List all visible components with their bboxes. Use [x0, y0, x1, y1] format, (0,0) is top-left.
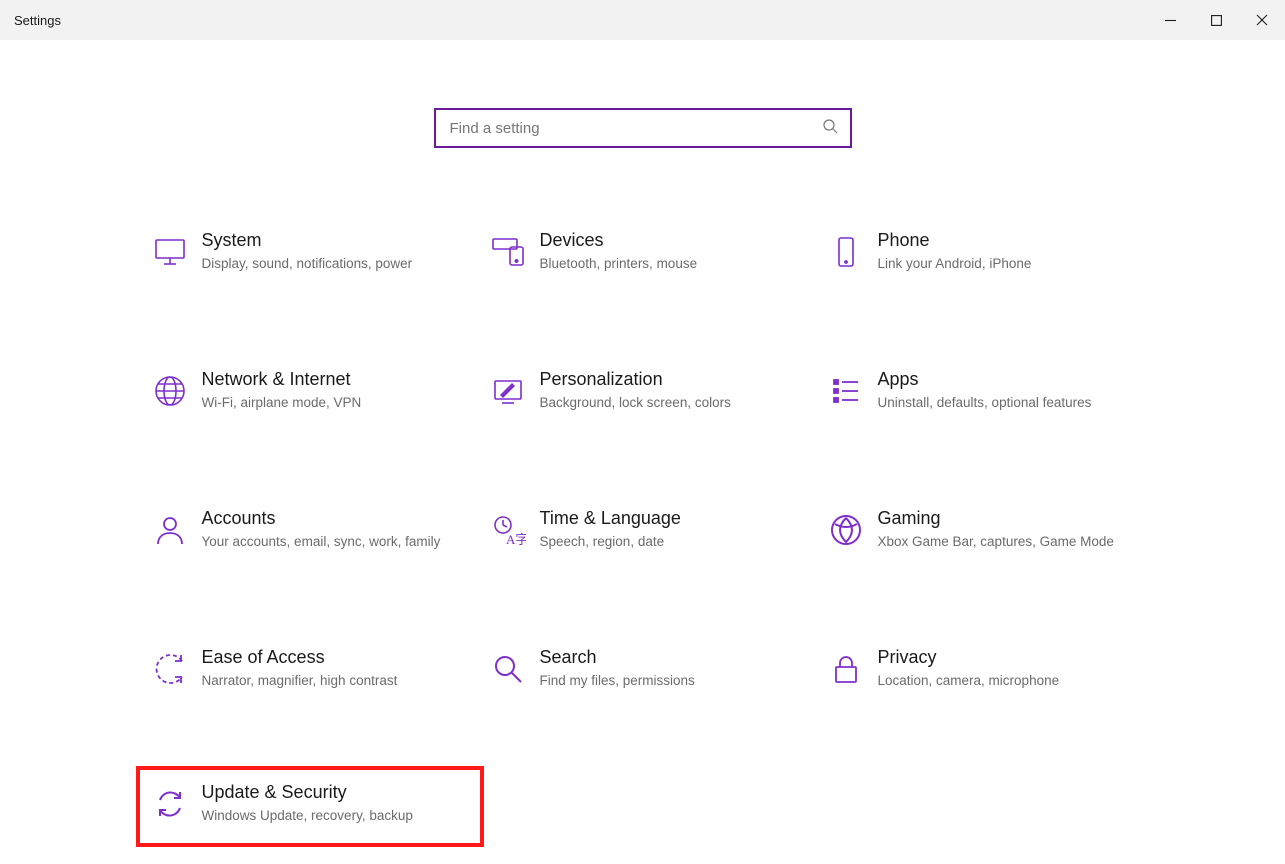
system-icon — [152, 234, 188, 275]
settings-grid: System Display, sound, notifications, po… — [138, 226, 1148, 827]
ease-of-access-icon — [152, 651, 188, 692]
tile-desc: Link your Android, iPhone — [878, 255, 1128, 273]
apps-icon — [828, 373, 864, 414]
tile-desc: Speech, region, date — [540, 533, 790, 551]
tile-title: Gaming — [878, 508, 1128, 529]
search-box[interactable] — [434, 108, 852, 148]
personalization-icon — [490, 373, 526, 414]
tile-title: Phone — [878, 230, 1128, 251]
phone-icon — [828, 234, 864, 275]
window-controls — [1147, 0, 1285, 40]
tile-update[interactable]: Update & Security Windows Update, recove… — [138, 768, 482, 845]
globe-icon — [152, 373, 188, 414]
accounts-icon — [152, 512, 188, 553]
tile-devices[interactable]: Devices Bluetooth, printers, mouse — [476, 226, 810, 279]
titlebar: Settings — [0, 0, 1285, 40]
tile-accounts[interactable]: Accounts Your accounts, email, sync, wor… — [138, 504, 472, 557]
search-input[interactable] — [450, 120, 822, 137]
tile-desc: Background, lock screen, colors — [540, 394, 790, 412]
window-title: Settings — [14, 13, 61, 28]
tile-search[interactable]: Search Find my files, permissions — [476, 643, 810, 696]
tile-desc: Your accounts, email, sync, work, family — [202, 533, 452, 551]
lock-icon — [828, 651, 864, 692]
tile-desc: Windows Update, recovery, backup — [202, 807, 462, 825]
tile-title: Personalization — [540, 369, 790, 390]
tile-gaming[interactable]: Gaming Xbox Game Bar, captures, Game Mod… — [814, 504, 1148, 557]
tile-title: Search — [540, 647, 790, 668]
tile-desc: Xbox Game Bar, captures, Game Mode — [878, 533, 1128, 551]
devices-icon — [490, 234, 526, 275]
tile-title: Update & Security — [202, 782, 462, 803]
tile-privacy[interactable]: Privacy Location, camera, microphone — [814, 643, 1148, 696]
update-icon — [152, 786, 188, 827]
tile-desc: Uninstall, defaults, optional features — [878, 394, 1128, 412]
gaming-icon — [828, 512, 864, 553]
svg-text:A字: A字 — [506, 532, 526, 547]
tile-title: System — [202, 230, 452, 251]
tile-desc: Bluetooth, printers, mouse — [540, 255, 790, 273]
tile-title: Devices — [540, 230, 790, 251]
minimize-button[interactable] — [1147, 0, 1193, 40]
tile-title: Ease of Access — [202, 647, 452, 668]
time-language-icon: A字 — [490, 512, 526, 553]
search-icon — [822, 118, 838, 139]
tile-system[interactable]: System Display, sound, notifications, po… — [138, 226, 472, 279]
tile-apps[interactable]: Apps Uninstall, defaults, optional featu… — [814, 365, 1148, 418]
close-button[interactable] — [1239, 0, 1285, 40]
tile-title: Privacy — [878, 647, 1128, 668]
tile-title: Accounts — [202, 508, 452, 529]
tile-personalization[interactable]: Personalization Background, lock screen,… — [476, 365, 810, 418]
tile-time[interactable]: A字 Time & Language Speech, region, date — [476, 504, 810, 557]
tile-desc: Wi-Fi, airplane mode, VPN — [202, 394, 452, 412]
search-category-icon — [490, 651, 526, 692]
tile-phone[interactable]: Phone Link your Android, iPhone — [814, 226, 1148, 279]
tile-title: Network & Internet — [202, 369, 452, 390]
tile-ease[interactable]: Ease of Access Narrator, magnifier, high… — [138, 643, 472, 696]
tile-desc: Display, sound, notifications, power — [202, 255, 452, 273]
tile-title: Apps — [878, 369, 1128, 390]
tile-network[interactable]: Network & Internet Wi-Fi, airplane mode,… — [138, 365, 472, 418]
maximize-button[interactable] — [1193, 0, 1239, 40]
tile-desc: Find my files, permissions — [540, 672, 790, 690]
tile-desc: Location, camera, microphone — [878, 672, 1128, 690]
tile-title: Time & Language — [540, 508, 790, 529]
tile-desc: Narrator, magnifier, high contrast — [202, 672, 452, 690]
